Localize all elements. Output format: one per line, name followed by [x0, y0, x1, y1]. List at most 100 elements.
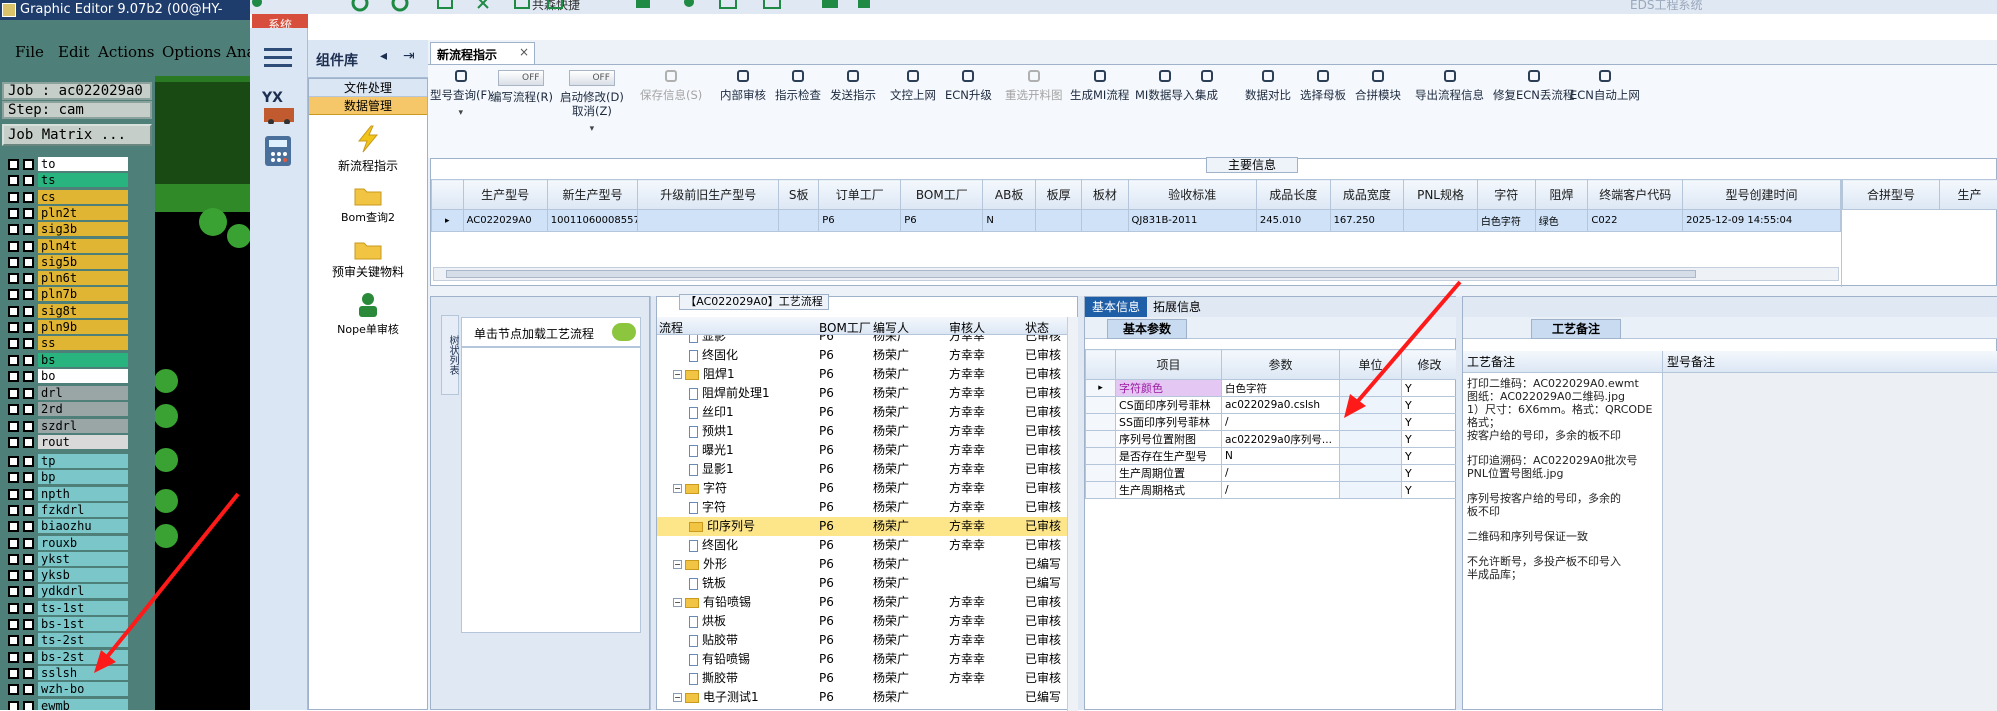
toolbar-button[interactable]: 修复ECN丢流程 [1493, 70, 1574, 102]
process-row[interactable]: 曝光1P6杨荣广方幸幸已审核 [657, 441, 1067, 460]
main-cell[interactable]: 245.010 [1256, 210, 1330, 232]
main-col-header[interactable]: 订单工厂 [819, 180, 901, 210]
row-selector[interactable] [1086, 448, 1116, 465]
collapse-icon[interactable]: − [673, 598, 682, 607]
toolbar-button[interactable]: 选择母板 [1300, 70, 1346, 102]
param-row[interactable]: 生产周期格式/Y [1086, 482, 1458, 499]
main-col-header[interactable]: AB板 [983, 180, 1036, 210]
toolbar-button[interactable]: OFF编写流程(R) [490, 70, 553, 104]
main-cell[interactable]: N [983, 210, 1036, 232]
row-selector[interactable] [1086, 431, 1116, 448]
param-row[interactable]: 是否存在生产型号NY [1086, 448, 1458, 465]
process-row[interactable]: 贴胶带P6杨荣广方幸幸已审核 [657, 631, 1067, 650]
main-cell[interactable]: C022 [1588, 210, 1683, 232]
main-col-header[interactable]: 板材 [1082, 180, 1128, 210]
main-col-header[interactable]: 成品宽度 [1330, 180, 1404, 210]
process-row[interactable]: −字符P6杨荣广方幸幸已审核 [657, 479, 1067, 498]
toolbar-button[interactable]: 文控上网 [890, 70, 936, 102]
process-row[interactable]: 显影1P6杨荣广方幸幸已审核 [657, 460, 1067, 479]
tab-process-notes[interactable]: 工艺备注 [1531, 319, 1621, 339]
process-row[interactable]: 丝印1P6杨荣广方幸幸已审核 [657, 403, 1067, 422]
collapse-icon[interactable]: − [673, 560, 682, 569]
main-cell[interactable]: 10011060008557 [547, 210, 637, 232]
process-row[interactable]: −电子测试1P6杨荣广已编写 [657, 688, 1067, 707]
main-col-header[interactable]: 生产型号 [463, 180, 547, 210]
toggle-off-icon[interactable]: OFF [569, 70, 615, 86]
collapse-icon[interactable]: − [673, 693, 682, 702]
toolbar-button[interactable]: 型号查询(F)▾ [430, 70, 492, 120]
row-selector[interactable] [1086, 482, 1116, 499]
main-cell[interactable]: AC022029A0 [463, 210, 547, 232]
model-notes-body[interactable] [1663, 373, 1997, 711]
main-col-header[interactable]: 终端客户代码 [1588, 180, 1683, 210]
row-selector-icon[interactable]: ▸ [432, 210, 464, 232]
main-col-header[interactable]: 阻焊 [1535, 180, 1588, 210]
param-col-header[interactable]: 项目 [1116, 350, 1222, 380]
main-col-header[interactable]: 验收标准 [1128, 180, 1256, 210]
toolbar-button[interactable]: 导出流程信息 [1415, 70, 1484, 102]
dropdown-arrow-icon[interactable]: ▾ [560, 122, 624, 136]
toolbar-button[interactable]: 合拼模块 [1355, 70, 1401, 102]
main-cell[interactable] [1082, 210, 1128, 232]
process-row[interactable]: 预烘1P6杨荣广方幸幸已审核 [657, 422, 1067, 441]
main-cell[interactable]: P6 [901, 210, 983, 232]
row-selector[interactable] [1086, 397, 1116, 414]
collapse-icon[interactable]: − [673, 484, 682, 493]
toolbar-button[interactable]: 生成MI流程 [1070, 70, 1129, 102]
col-checker[interactable]: 审核人 [949, 319, 985, 336]
process-row[interactable]: −阻焊1P6杨荣广方幸幸已审核 [657, 365, 1067, 384]
param-value[interactable]: / [1222, 465, 1340, 482]
lib-item-prereview[interactable]: 预审关键物料 [309, 237, 427, 280]
main-cell[interactable]: P6 [819, 210, 901, 232]
process-row[interactable]: 有铅喷锡P6杨荣广方幸幸已审核 [657, 650, 1067, 669]
main-col-header[interactable]: 字符 [1477, 180, 1535, 210]
main-cell[interactable]: 绿色 [1535, 210, 1588, 232]
process-row[interactable]: 终固化P6杨荣广方幸幸已审核 [657, 536, 1067, 555]
process-row[interactable]: 阻焊前处理1P6杨荣广方幸幸已审核 [657, 384, 1067, 403]
horizontal-scrollbar[interactable] [433, 267, 1839, 281]
process-row[interactable]: 撕胶带P6杨荣广方幸幸已审核 [657, 669, 1067, 688]
toolbar-button[interactable]: 保存信息(S) [640, 70, 702, 102]
toolbar-button[interactable]: 指示检查 [775, 70, 821, 102]
scrollbar-thumb[interactable] [446, 270, 1696, 278]
row-selector[interactable] [1086, 465, 1116, 482]
main-cell[interactable] [638, 210, 779, 232]
col-prod[interactable]: 生产 [1940, 180, 1997, 210]
toolbar-button[interactable]: OFF启动修改(D)取消(Z)▾ [560, 70, 624, 136]
speech-bubble-icon[interactable] [612, 323, 636, 341]
main-cell[interactable] [779, 210, 819, 232]
main-col-header[interactable]: 升级前旧生产型号 [638, 180, 779, 210]
main-cell[interactable]: QJ831B-2011 [1128, 210, 1256, 232]
process-row[interactable]: −外形P6杨荣广已编写 [657, 555, 1067, 574]
tree-panel-body[interactable] [461, 347, 641, 633]
col-bom-factory[interactable]: BOM工厂 [819, 319, 871, 336]
process-row[interactable]: 终固化P6杨荣广方幸幸已审核 [657, 346, 1067, 365]
process-row[interactable]: 烘板P6杨荣广方幸幸已审核 [657, 612, 1067, 631]
toolbar-button[interactable]: ECN升级 [945, 70, 992, 102]
param-value[interactable]: / [1222, 482, 1340, 499]
collapse-icon[interactable]: − [673, 370, 682, 379]
lib-item-bom-query[interactable]: Bom查询2 [309, 183, 427, 225]
toolbar-button[interactable]: 发送指示 [830, 70, 876, 102]
main-cell[interactable]: 167.250 [1330, 210, 1404, 232]
col-merge-model[interactable]: 合拼型号 [1843, 180, 1940, 210]
tab-basic-info[interactable]: 基本信息 [1085, 297, 1147, 317]
lib-item-nope-review[interactable]: Nope单审核 [309, 291, 427, 337]
dropdown-arrow-icon[interactable]: ▾ [430, 106, 492, 120]
col-status[interactable]: 状态 [1025, 319, 1049, 336]
tab-extended-info[interactable]: 拓展信息 [1153, 297, 1201, 317]
main-col-header[interactable]: BOM工厂 [901, 180, 983, 210]
toolbar-button[interactable]: 重选开料图 [1005, 70, 1063, 102]
main-cell[interactable]: 2025-12-09 14:55:04 [1683, 210, 1841, 232]
main-col-header[interactable]: S板 [779, 180, 819, 210]
col-writer[interactable]: 编写人 [873, 319, 909, 336]
toolbar-button[interactable]: MI数据导入 [1135, 70, 1194, 102]
main-col-header[interactable]: 板厚 [1035, 180, 1081, 210]
process-notes-text[interactable]: 打印二维码：AC022029A0.ewmt图纸：AC022029A0二维码.jp… [1463, 373, 1662, 585]
main-col-header[interactable]: 成品长度 [1256, 180, 1330, 210]
process-row[interactable]: 铣板P6杨荣广已编写 [657, 574, 1067, 593]
toolbar-button[interactable]: 内部审核 [720, 70, 766, 102]
row-selector[interactable]: ▸ [1086, 380, 1116, 397]
process-row[interactable]: 印序列号P6杨荣广方幸幸已审核 [657, 517, 1067, 536]
main-col-header[interactable]: PNL规格 [1404, 180, 1478, 210]
